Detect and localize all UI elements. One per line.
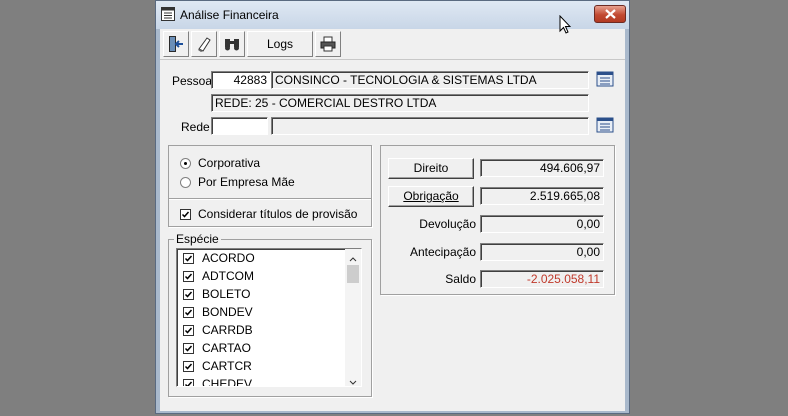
app-icon (161, 7, 175, 21)
considerar-checkbox[interactable] (180, 209, 191, 220)
list-item[interactable]: CHEDEV (183, 376, 343, 387)
item-checkbox[interactable] (183, 289, 194, 300)
obrigacao-value: 2.519.665,08 (480, 187, 604, 205)
clear-button[interactable] (191, 31, 217, 57)
window-client-area: Logs Pessoa 42883 CONSINCO - TECNOLOGIA … (160, 29, 625, 411)
item-label: CARRDB (202, 323, 253, 337)
especie-list[interactable]: ACORDO ADTCOM BOLETO BONDEV CARRDB CARTA… (176, 248, 362, 387)
list-item[interactable]: BONDEV (183, 304, 343, 322)
scroll-thumb[interactable] (347, 265, 359, 283)
direito-value: 494.606,97 (480, 159, 604, 177)
list-item[interactable]: ADTCOM (183, 268, 343, 286)
corporativa-radio[interactable] (180, 158, 191, 169)
item-label: CARTAO (202, 341, 251, 355)
rede-code-field[interactable] (211, 117, 268, 135)
item-checkbox[interactable] (183, 379, 194, 386)
saldo-label: Saldo (445, 272, 476, 286)
scroll-down-icon[interactable] (349, 375, 357, 386)
pessoa-label: Pessoa (172, 74, 213, 88)
item-label: ACORDO (202, 251, 255, 265)
item-checkbox[interactable] (183, 307, 194, 318)
devolucao-value: 0,00 (480, 215, 604, 233)
search-button[interactable] (219, 31, 245, 57)
pessoa-code-field[interactable]: 42883 (211, 71, 271, 89)
checkmark-icon (184, 327, 193, 334)
especie-label: Espécie (174, 232, 221, 246)
item-label: CHEDEV (202, 377, 253, 387)
list-item[interactable]: BOLETO (183, 286, 343, 304)
logs-label: Logs (266, 37, 294, 51)
checkmark-icon (184, 381, 193, 386)
checkmark-icon (184, 309, 193, 316)
list-item[interactable]: ACORDO (183, 250, 343, 268)
binoculars-icon (225, 39, 239, 51)
item-label: CARTCR (202, 359, 252, 373)
item-label: BONDEV (202, 305, 253, 319)
checkmark-icon (184, 345, 193, 352)
rede-name-field (271, 117, 589, 135)
especie-scrollbar[interactable] (345, 249, 361, 386)
close-icon (605, 9, 616, 19)
pessoa-rede-info: REDE: 25 - COMERCIAL DESTRO LTDA (211, 94, 589, 112)
lookup-icon (596, 71, 614, 87)
rede-label: Rede (181, 120, 210, 134)
item-checkbox[interactable] (183, 325, 194, 336)
checkmark-icon (184, 273, 193, 280)
printer-icon (320, 36, 336, 52)
item-checkbox[interactable] (183, 271, 194, 282)
item-checkbox[interactable] (183, 253, 194, 264)
list-item[interactable]: CARTCR (183, 358, 343, 376)
antecipacao-value: 0,00 (480, 243, 604, 261)
obrigacao-button[interactable]: Obrigação (388, 186, 474, 207)
toolbar: Logs (160, 29, 625, 60)
checkmark-icon (184, 255, 193, 262)
obrigacao-label: Obrigação (403, 189, 459, 203)
item-label: BOLETO (202, 287, 251, 301)
analise-financeira-window: Análise Financeira Logs Pessoa 42883 CON… (155, 0, 630, 414)
corporativa-label[interactable]: Corporativa (198, 156, 260, 170)
exit-button[interactable] (163, 31, 189, 57)
close-button[interactable] (594, 5, 626, 23)
item-label: ADTCOM (202, 269, 254, 283)
list-item[interactable]: CARTAO (183, 340, 343, 358)
antecipacao-label: Antecipação (409, 245, 476, 259)
item-checkbox[interactable] (183, 343, 194, 354)
devolucao-label: Devolução (419, 217, 476, 231)
checkmark-icon (184, 291, 193, 298)
logs-button[interactable]: Logs (247, 31, 313, 57)
window-title: Análise Financeira (180, 8, 279, 22)
checkmark-icon (184, 363, 193, 370)
mouse-cursor-icon (559, 14, 572, 38)
pessoa-name-field: CONSINCO - TECNOLOGIA & SISTEMAS LTDA (271, 71, 589, 89)
print-button[interactable] (315, 31, 341, 57)
eraser-icon (198, 37, 211, 52)
item-checkbox[interactable] (183, 361, 194, 372)
por-empresa-mae-radio[interactable] (180, 177, 191, 188)
direito-button[interactable]: Direito (388, 158, 474, 179)
considerar-label[interactable]: Considerar títulos de provisão (198, 207, 357, 221)
lookup-icon (596, 117, 614, 133)
scroll-up-icon[interactable] (349, 251, 357, 265)
direito-label: Direito (413, 161, 449, 175)
options-divider (169, 198, 371, 199)
rede-lookup-button[interactable] (595, 115, 615, 135)
exit-icon (169, 36, 183, 52)
por-empresa-mae-label[interactable]: Por Empresa Mãe (198, 175, 295, 189)
pessoa-lookup-button[interactable] (595, 69, 615, 89)
list-item[interactable]: CARRDB (183, 322, 343, 340)
checkmark-icon (181, 211, 190, 218)
saldo-value: -2.025.058,11 (480, 270, 604, 288)
